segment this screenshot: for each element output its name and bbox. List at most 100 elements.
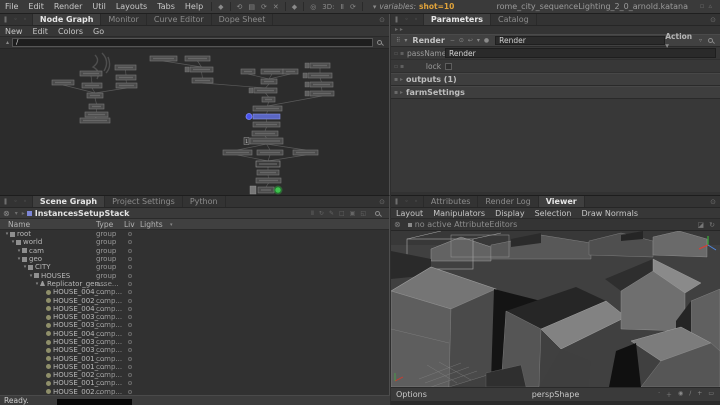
graph-node[interactable] [85,112,108,117]
graph-node[interactable] [115,65,136,70]
graph-node[interactable] [257,150,283,155]
menu-edit[interactable]: Edit [23,2,49,11]
tree-row-house_003_[interactable]: HOUSE_003_...comp... [0,338,389,346]
chevron-right-icon[interactable]: ▪ ▸ [391,89,406,96]
graph-node[interactable] [80,71,102,76]
expand-icon[interactable]: ◱ [360,210,366,217]
minus-icon[interactable]: − [448,37,457,44]
tab-scene-graph[interactable]: Scene Graph [33,196,105,207]
gear-icon[interactable]: ⊙ [457,37,466,44]
panel-menu-icon[interactable]: ⊙ [375,14,389,25]
pause-icon[interactable]: Ⅱ [311,210,314,217]
liv-toggle[interactable] [128,265,132,269]
refresh-icon[interactable]: ↻ [709,221,715,229]
chevron-down-icon[interactable]: ▾ [475,37,482,44]
tree-row-root[interactable]: ▾rootgroup [0,230,389,238]
menu-help[interactable]: Help [180,2,208,11]
graph-node[interactable] [293,150,318,155]
liv-toggle[interactable] [128,232,132,236]
tree-row-city[interactable]: ▾CITYgroup [0,263,389,271]
paste-icon[interactable]: ◆ [289,3,300,11]
passname-field[interactable]: Render [445,48,716,58]
bookmark-icon[interactable]: ▣ [350,210,356,217]
viewer-menu-selection[interactable]: Selection [530,209,577,218]
tree-row-cam[interactable]: ▾camgroup [0,247,389,255]
tree-row-house_001_[interactable]: HOUSE_001_...comp... [0,379,389,387]
chevron-down-icon[interactable]: ▾ [170,222,173,228]
param-group-farmsettings[interactable]: ▪ ▸farmSettings [391,86,720,99]
graph-node[interactable] [252,131,278,136]
tab-render-log[interactable]: Render Log [478,196,538,207]
tree-row-house_004_[interactable]: HOUSE_004_...comp... [0,330,389,338]
tab-project-settings[interactable]: Project Settings [105,196,183,207]
camera-selector[interactable]: perspShape [391,390,720,399]
panel-handle-icon[interactable]: ❚ ◦ ◦ [0,14,33,25]
refresh-icon[interactable]: ↻ [319,210,324,217]
variables-value[interactable]: shot=10 [419,2,454,11]
action-dropdown[interactable]: Action ▾ [665,32,697,50]
panel-handle-icon[interactable]: ❚ ◦ ◦ [0,196,33,207]
pin-icon[interactable]: ◪ [698,221,705,229]
search-icon[interactable] [377,40,382,45]
liv-toggle[interactable] [128,299,132,303]
liv-toggle[interactable] [128,323,132,327]
panel-menu-icon[interactable]: ⊙ [706,14,720,25]
graph-node[interactable]: 1 [244,138,283,146]
cut-icon[interactable]: ✕ [270,3,282,11]
chevron-up-icon[interactable]: ▴ [3,39,12,46]
menu-util[interactable]: Util [87,2,110,11]
graph-node[interactable] [116,75,136,80]
graph-node[interactable] [80,118,110,123]
tab-dope-sheet[interactable]: Dope Sheet [212,14,274,25]
liv-toggle[interactable] [128,390,132,394]
graph-node[interactable] [305,63,330,68]
node-search-input[interactable]: / [12,38,373,47]
tree-row-geo[interactable]: ▾geogroup [0,255,389,263]
column-name[interactable]: Name [8,220,30,229]
tree-row-house_003_[interactable]: HOUSE_003_...comp... [0,313,389,321]
clear-icon[interactable]: ⊗ [0,209,13,218]
drag-handle-icon[interactable]: ⠿ [394,37,402,44]
liv-toggle[interactable] [128,332,132,336]
graph-node[interactable] [52,80,74,85]
working-set-label[interactable]: InstancesSetupStack [27,209,130,218]
viewer-menu-display[interactable]: Display [490,209,530,218]
chevron-right-icon[interactable]: ▸ [20,210,27,217]
panel-menu-icon[interactable]: ⊙ [706,196,720,207]
tree-row-replicator_gen[interactable]: ▾Replicator_gen...asse... [0,280,389,288]
column-lights[interactable]: Lights [140,220,163,229]
graph-node[interactable] [192,78,213,83]
column-liv[interactable]: Liv [124,220,135,229]
nodegraph-menu-colors[interactable]: Colors [53,27,88,36]
graph-node[interactable] [256,178,281,183]
viewport-3d[interactable] [391,231,720,387]
edit-icon[interactable]: ✎ [329,210,334,217]
tab-python[interactable]: Python [183,196,226,207]
graph-node[interactable] [262,97,275,102]
graph-node[interactable] [185,56,210,61]
pause-icon[interactable]: Ⅱ [338,3,347,11]
clear-icon[interactable]: ⊗ [391,220,404,229]
render-node[interactable] [250,186,283,195]
graph-node[interactable] [261,79,277,84]
viewer-menu-manipulators[interactable]: Manipulators [428,209,490,218]
tab-parameters[interactable]: Parameters [424,14,491,25]
panel-handle-icon[interactable]: ❚ ◦ ◦ [391,196,424,207]
tree-row-house_004_[interactable]: HOUSE_004_...comp... [0,288,389,296]
liv-toggle[interactable] [128,257,132,261]
liv-toggle[interactable] [128,274,132,278]
graph-node[interactable] [116,83,137,88]
tree-row-house_003_[interactable]: HOUSE_003_...comp... [0,346,389,354]
graph-node[interactable] [150,56,177,61]
selected-node[interactable] [246,114,280,120]
param-group-outputs-1-[interactable]: ▪ ▸outputs (1) [391,73,720,86]
nodegraph-menu-go[interactable]: Go [88,27,109,36]
tab-viewer[interactable]: Viewer [539,196,585,207]
liv-toggle[interactable] [128,282,132,286]
tree-row-house_002_[interactable]: HOUSE_002_...comp... [0,371,389,379]
undo-icon[interactable]: ⟲ [234,3,246,11]
tree-row-house_002_[interactable]: HOUSE_002_...comp... [0,296,389,304]
graph-state-variables[interactable]: ▾ variables: shot=10 [370,2,454,11]
chevron-down-icon[interactable]: ▾ [13,210,20,217]
chevron-right-icon[interactable]: ▪ ▸ [391,76,406,83]
